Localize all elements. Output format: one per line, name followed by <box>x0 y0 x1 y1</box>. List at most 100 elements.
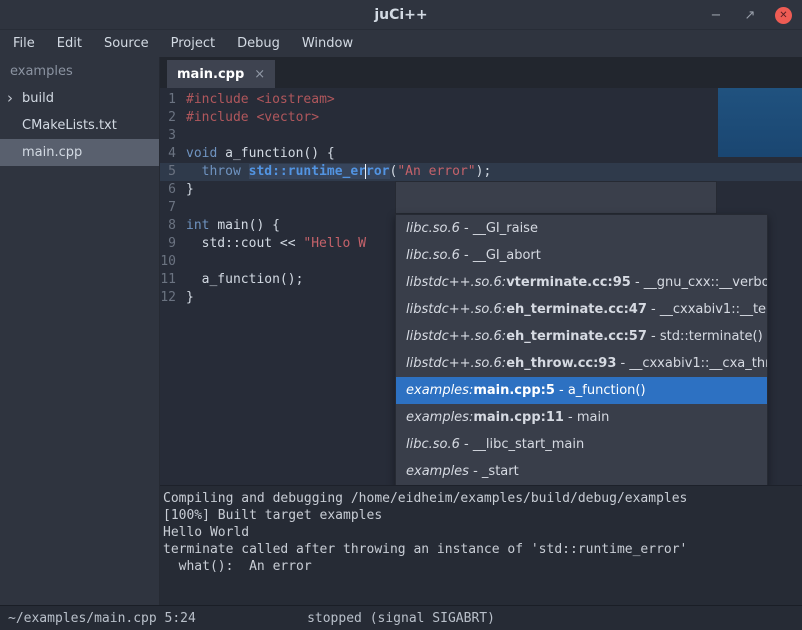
backtrace-item[interactable]: libc.so.6 - __GI_abort <box>396 242 767 269</box>
code-token: int <box>186 218 217 233</box>
code-text: #include <iostream> <box>186 91 335 109</box>
backtrace-list: libc.so.6 - __GI_raiselibc.so.6 - __GI_a… <box>396 215 767 485</box>
menu-source[interactable]: Source <box>93 30 160 57</box>
backtrace-segment: - main <box>564 410 609 425</box>
minimize-button[interactable]: − <box>707 6 725 24</box>
code-line-1[interactable]: 1#include <iostream> <box>160 91 802 109</box>
code-editor[interactable]: 1#include <iostream>2#include <vector>34… <box>160 88 802 485</box>
code-line-4[interactable]: 4void a_function() { <box>160 145 802 163</box>
backtrace-segment: - _start <box>469 464 519 479</box>
terminal-line: terminate called after throwing an insta… <box>163 541 802 558</box>
menu-edit[interactable]: Edit <box>46 30 93 57</box>
backtrace-segment: - __cxxabiv1::__term <box>647 302 767 317</box>
main-area: examples ›buildCMakeLists.txt main.cpp ma… <box>0 57 802 605</box>
line-number: 6 <box>160 181 186 199</box>
backtrace-segment: eh_throw.cc:93 <box>506 356 616 371</box>
code-token: ror <box>366 164 389 179</box>
code-text: int main() { <box>186 217 280 235</box>
line-number: 12 <box>160 289 186 307</box>
terminal-panel[interactable]: Compiling and debugging /home/eidheim/ex… <box>160 485 802 605</box>
backtrace-item[interactable]: libstdc++.so.6:vterminate.cc:95 - __gnu_… <box>396 269 767 296</box>
code-token: <vector> <box>256 110 319 125</box>
backtrace-segment: eh_terminate.cc:47 <box>506 302 647 317</box>
code-text: std::cout << "Hello W <box>186 235 366 253</box>
titlebar[interactable]: juCi++ − ↗ ✕ <box>0 0 802 30</box>
code-line-5[interactable]: 5 throw std::runtime_error("An error"); <box>160 163 802 181</box>
backtrace-segment: eh_terminate.cc:57 <box>506 329 647 344</box>
line-number: 7 <box>160 199 186 217</box>
code-token: throw <box>202 164 249 179</box>
file-tree: ›buildCMakeLists.txt main.cpp <box>0 85 159 166</box>
backtrace-item[interactable]: libstdc++.so.6:eh_throw.cc:93 - __cxxabi… <box>396 350 767 377</box>
code-token: void <box>186 146 225 161</box>
backtrace-segment: libc.so.6 <box>406 221 460 236</box>
app-window: juCi++ − ↗ ✕ FileEditSourceProjectDebugW… <box>0 0 802 630</box>
code-token: main() { <box>217 218 280 233</box>
menu-debug[interactable]: Debug <box>226 30 291 57</box>
backtrace-item[interactable]: libc.so.6 - __GI_raise <box>396 215 767 242</box>
chevron-right-icon[interactable]: › <box>7 85 13 112</box>
backtrace-segment: libc.so.6 <box>406 437 460 452</box>
line-number: 8 <box>160 217 186 235</box>
menu-window[interactable]: Window <box>291 30 364 57</box>
line-number: 5 <box>160 163 186 181</box>
backtrace-popup: libc.so.6 - __GI_raiselibc.so.6 - __GI_a… <box>395 214 768 485</box>
statusbar: ~/examples/main.cpp 5:24 stopped (signal… <box>0 605 802 630</box>
code-token: a_function() { <box>225 146 335 161</box>
code-text: #include <vector> <box>186 109 319 127</box>
backtrace-segment: vterminate.cc:95 <box>506 275 631 290</box>
backtrace-segment: examples: <box>406 383 473 398</box>
backtrace-segment: - __gnu_cxx::__verbos <box>631 275 767 290</box>
backtrace-segment: main.cpp:5 <box>473 383 555 398</box>
code-token: a_function(); <box>186 272 303 287</box>
code-text: throw std::runtime_error("An error"); <box>186 163 491 181</box>
terminal-line: [100%] Built target examples <box>163 507 802 524</box>
line-number: 11 <box>160 271 186 289</box>
code-token: "Hello W <box>303 236 366 251</box>
line-number: 9 <box>160 235 186 253</box>
terminal-line: what(): An error <box>163 558 802 575</box>
backtrace-segment: - a_function() <box>555 383 646 398</box>
backtrace-item[interactable]: examples - _start <box>396 458 767 485</box>
backtrace-segment: - __GI_raise <box>460 221 538 236</box>
menu-file[interactable]: File <box>2 30 46 57</box>
code-token: "An error" <box>397 164 475 179</box>
line-number: 3 <box>160 127 186 145</box>
debug-tooltip <box>395 181 717 214</box>
backtrace-item[interactable]: libstdc++.so.6:eh_terminate.cc:57 - std:… <box>396 323 767 350</box>
tab-main-cpp[interactable]: main.cpp × <box>167 60 275 88</box>
editor-content-column: main.cpp × 1#include <iostream>2#include… <box>160 57 802 605</box>
close-button[interactable]: ✕ <box>775 7 792 24</box>
restore-button[interactable]: ↗ <box>741 6 759 24</box>
backtrace-segment: libc.so.6 <box>406 248 460 263</box>
terminal-line: Hello World <box>163 524 802 541</box>
menu-project[interactable]: Project <box>160 30 226 57</box>
code-token: std::runtime_er <box>249 164 366 179</box>
code-line-3[interactable]: 3 <box>160 127 802 145</box>
code-token: #include <box>186 110 256 125</box>
menubar: FileEditSourceProjectDebugWindow <box>0 30 802 57</box>
code-line-2[interactable]: 2#include <vector> <box>160 109 802 127</box>
tree-item-cmakelists-txt[interactable]: CMakeLists.txt <box>0 112 159 139</box>
backtrace-item[interactable]: examples:main.cpp:11 - main <box>396 404 767 431</box>
code-token: } <box>186 290 194 305</box>
project-name-header: examples <box>0 57 159 85</box>
window-controls: − ↗ ✕ <box>707 0 792 30</box>
backtrace-segment: examples: <box>406 410 473 425</box>
code-token <box>186 164 202 179</box>
tree-item-label: main.cpp <box>22 145 82 160</box>
tree-item-build[interactable]: ›build <box>0 85 159 112</box>
backtrace-item[interactable]: libstdc++.so.6:eh_terminate.cc:47 - __cx… <box>396 296 767 323</box>
backtrace-segment: - __libc_start_main <box>460 437 584 452</box>
backtrace-segment: - __cxxabiv1::__cxa_thro <box>616 356 767 371</box>
backtrace-item[interactable]: examples:main.cpp:5 - a_function() <box>396 377 767 404</box>
backtrace-segment: main.cpp:11 <box>473 410 564 425</box>
backtrace-item[interactable]: libc.so.6 - __libc_start_main <box>396 431 767 458</box>
tabbar: main.cpp × <box>160 57 802 88</box>
code-token: ); <box>476 164 492 179</box>
status-debug-state: stopped (signal SIGABRT) <box>0 611 802 626</box>
backtrace-segment: libstdc++.so.6: <box>406 329 506 344</box>
file-explorer-sidebar: examples ›buildCMakeLists.txt main.cpp <box>0 57 160 605</box>
tab-close-icon[interactable]: × <box>254 67 265 82</box>
tree-item-main-cpp[interactable]: main.cpp <box>0 139 159 166</box>
